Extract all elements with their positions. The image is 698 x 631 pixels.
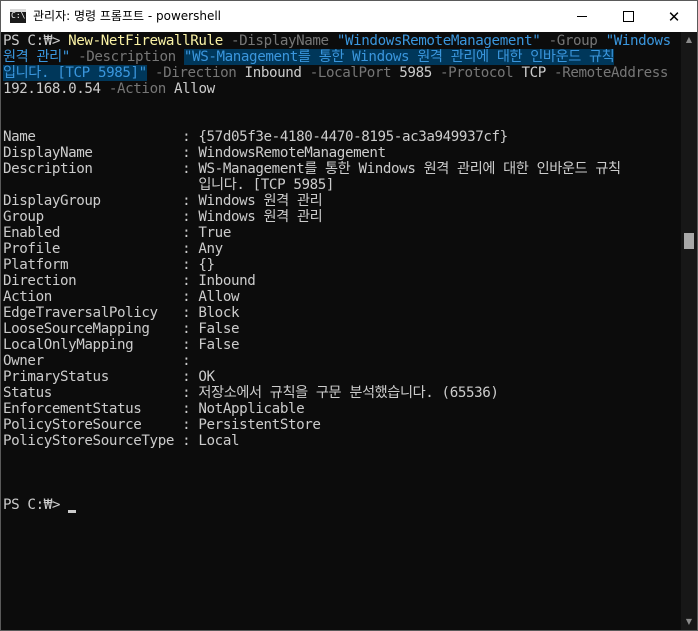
close-icon: ✕ (667, 7, 681, 26)
output-line: 입니다. [TCP 5985] (3, 177, 335, 193)
output-line: DisplayName : WindowsRemoteManagement (3, 145, 386, 161)
output-line: EnforcementStatus : NotApplicable (3, 401, 305, 417)
output-line: Status : 저장소에서 규칙을 구문 분석했습니다. (65536) (3, 385, 499, 401)
output-line: Description : WS-Management를 통한 Windows … (3, 161, 621, 177)
prompt: PS C:₩> (3, 497, 69, 513)
minimize-icon (577, 16, 587, 17)
arg-value: Allow (174, 81, 215, 97)
string-value: 원격 관리" (3, 49, 70, 65)
command-line-4: 192.168.0.54 -Action Allow (3, 81, 215, 97)
output-line: PolicyStoreSource : PersistentStore (3, 417, 321, 433)
maximize-icon (622, 11, 634, 22)
scroll-down-arrow-icon[interactable]: ▼ (681, 614, 697, 630)
string-value: "Windows (605, 33, 672, 49)
param: -Protocol (440, 65, 514, 81)
text-cursor (68, 510, 77, 513)
cmdlet: New-NetFirewallRule (68, 33, 223, 49)
param: -DisplayName (231, 33, 329, 49)
output-line: Platform : {} (3, 257, 215, 273)
string-value: "WindowsRemoteManagement" (336, 33, 541, 49)
output-line: PolicyStoreSourceType : Local (3, 433, 240, 449)
param: -Action (108, 81, 166, 97)
maximize-button[interactable] (605, 1, 651, 32)
output-line: Name : {57d05f3e-4180-4470-8195-ac3a9499… (3, 129, 508, 145)
param: -Description (78, 49, 176, 65)
param: -LocalPort (309, 65, 392, 81)
output-line: LooseSourceMapping : False (3, 321, 240, 337)
param: -RemoteAddress (554, 65, 669, 81)
console-output[interactable]: PS C:₩> New-NetFirewallRule -DisplayName… (2, 32, 680, 630)
arg-value: 5985 (399, 65, 432, 81)
prompt: PS C:₩> (3, 33, 69, 49)
string-value-selected: 입니다. [TCP 5985]" (3, 65, 147, 81)
scroll-up-arrow-icon[interactable]: ▲ (681, 32, 697, 48)
output-line: Enabled : True (3, 225, 231, 241)
param: -Group (548, 33, 598, 49)
arg-value: TCP (521, 65, 546, 81)
command-line-2: 원격 관리" -Description "WS-Management를 통한 W… (3, 49, 615, 65)
output-line: PrimaryStatus : OK (3, 369, 215, 385)
output-line: Direction : Inbound (3, 273, 256, 289)
param: -Direction (154, 65, 237, 81)
cmd-app-icon[interactable]: C:\ (10, 9, 26, 23)
command-line-1: PS C:₩> New-NetFirewallRule -DisplayName… (3, 33, 671, 49)
output-line: Action : Allow (3, 289, 240, 305)
arg-value: 192.168.0.54 (3, 81, 101, 97)
command-line-3: 입니다. [TCP 5985]" -Direction Inbound -Loc… (3, 65, 668, 81)
window-title: 관리자: 명령 프롬프트 - powershell (33, 9, 221, 23)
string-value-selected: "WS-Management를 통한 Windows 원격 관리에 대한 인바운… (183, 49, 615, 65)
console-window: C:\ 관리자: 명령 프롬프트 - powershell ✕ PS C:₩> … (0, 0, 698, 631)
output-line: DisplayGroup : Windows 원격 관리 (3, 193, 323, 209)
arg-value: Inbound (244, 65, 302, 81)
output-line: EdgeTraversalPolicy : Block (3, 305, 240, 321)
scrollbar-thumb[interactable] (684, 233, 694, 249)
vertical-scrollbar[interactable]: ▲ ▼ (681, 32, 697, 630)
title-bar[interactable]: C:\ 관리자: 명령 프롬프트 - powershell ✕ (1, 1, 697, 32)
output-line: Profile : Any (3, 241, 223, 257)
minimize-button[interactable] (559, 1, 605, 32)
output-line: LocalOnlyMapping : False (3, 337, 240, 353)
close-button[interactable]: ✕ (651, 1, 697, 32)
app-icon-glyph: C:\ (11, 11, 26, 20)
output-line: Owner : (3, 353, 191, 369)
output-line: Group : Windows 원격 관리 (3, 209, 323, 225)
final-prompt-line[interactable]: PS C:₩> (3, 497, 77, 513)
